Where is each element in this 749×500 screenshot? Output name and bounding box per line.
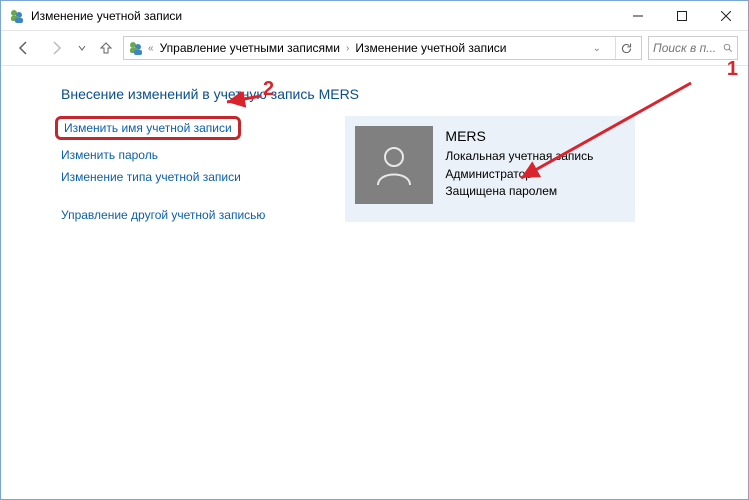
breadcrumb-segment-change[interactable]: Изменение учетной записи xyxy=(353,41,508,55)
link-list: Изменить имя учетной записи Изменить пар… xyxy=(61,116,265,222)
titlebar: Изменение учетной записи xyxy=(1,1,748,31)
account-card: MERS Локальная учетная запись Администра… xyxy=(345,116,635,222)
navigation-toolbar: « Управление учетными записями › Изменен… xyxy=(1,31,748,66)
breadcrumb-segment-manage[interactable]: Управление учетными записями xyxy=(158,41,342,55)
content-area: Внесение изменений в учетную запись MERS… xyxy=(1,66,748,242)
chevron-right-icon: « xyxy=(146,43,156,54)
account-info: MERS Локальная учетная запись Администра… xyxy=(445,126,593,200)
avatar xyxy=(355,126,433,204)
page-title: Внесение изменений в учетную запись MERS xyxy=(61,86,708,102)
link-manage-other-account[interactable]: Управление другой учетной записью xyxy=(61,208,265,222)
close-button[interactable] xyxy=(704,1,748,30)
link-rename-account[interactable]: Изменить имя учетной записи xyxy=(55,116,241,140)
user-icon xyxy=(370,141,418,189)
forward-button[interactable] xyxy=(43,35,69,61)
chevron-down-icon[interactable]: ⌄ xyxy=(591,43,603,54)
account-password-line: Защищена паролем xyxy=(445,183,593,200)
account-role-line: Администратор xyxy=(445,166,593,183)
history-dropdown-icon[interactable] xyxy=(75,44,89,52)
search-box[interactable] xyxy=(648,36,738,60)
minimize-button[interactable] xyxy=(616,1,660,30)
search-icon xyxy=(723,42,733,54)
spacer xyxy=(61,192,265,200)
link-change-password[interactable]: Изменить пароль xyxy=(61,148,158,162)
refresh-button[interactable] xyxy=(615,37,637,59)
window-controls xyxy=(616,1,748,30)
account-name: MERS xyxy=(445,126,593,146)
back-button[interactable] xyxy=(11,35,37,61)
breadcrumb[interactable]: « Управление учетными записями › Изменен… xyxy=(123,36,642,60)
window-title: Изменение учетной записи xyxy=(31,9,616,23)
up-button[interactable] xyxy=(95,37,117,59)
chevron-right-icon: › xyxy=(344,43,351,54)
link-change-account-type[interactable]: Изменение типа учетной записи xyxy=(61,170,241,184)
account-type-line: Локальная учетная запись xyxy=(445,148,593,165)
user-accounts-icon xyxy=(9,8,25,24)
maximize-button[interactable] xyxy=(660,1,704,30)
user-accounts-icon xyxy=(128,40,144,56)
search-input[interactable] xyxy=(653,41,719,55)
